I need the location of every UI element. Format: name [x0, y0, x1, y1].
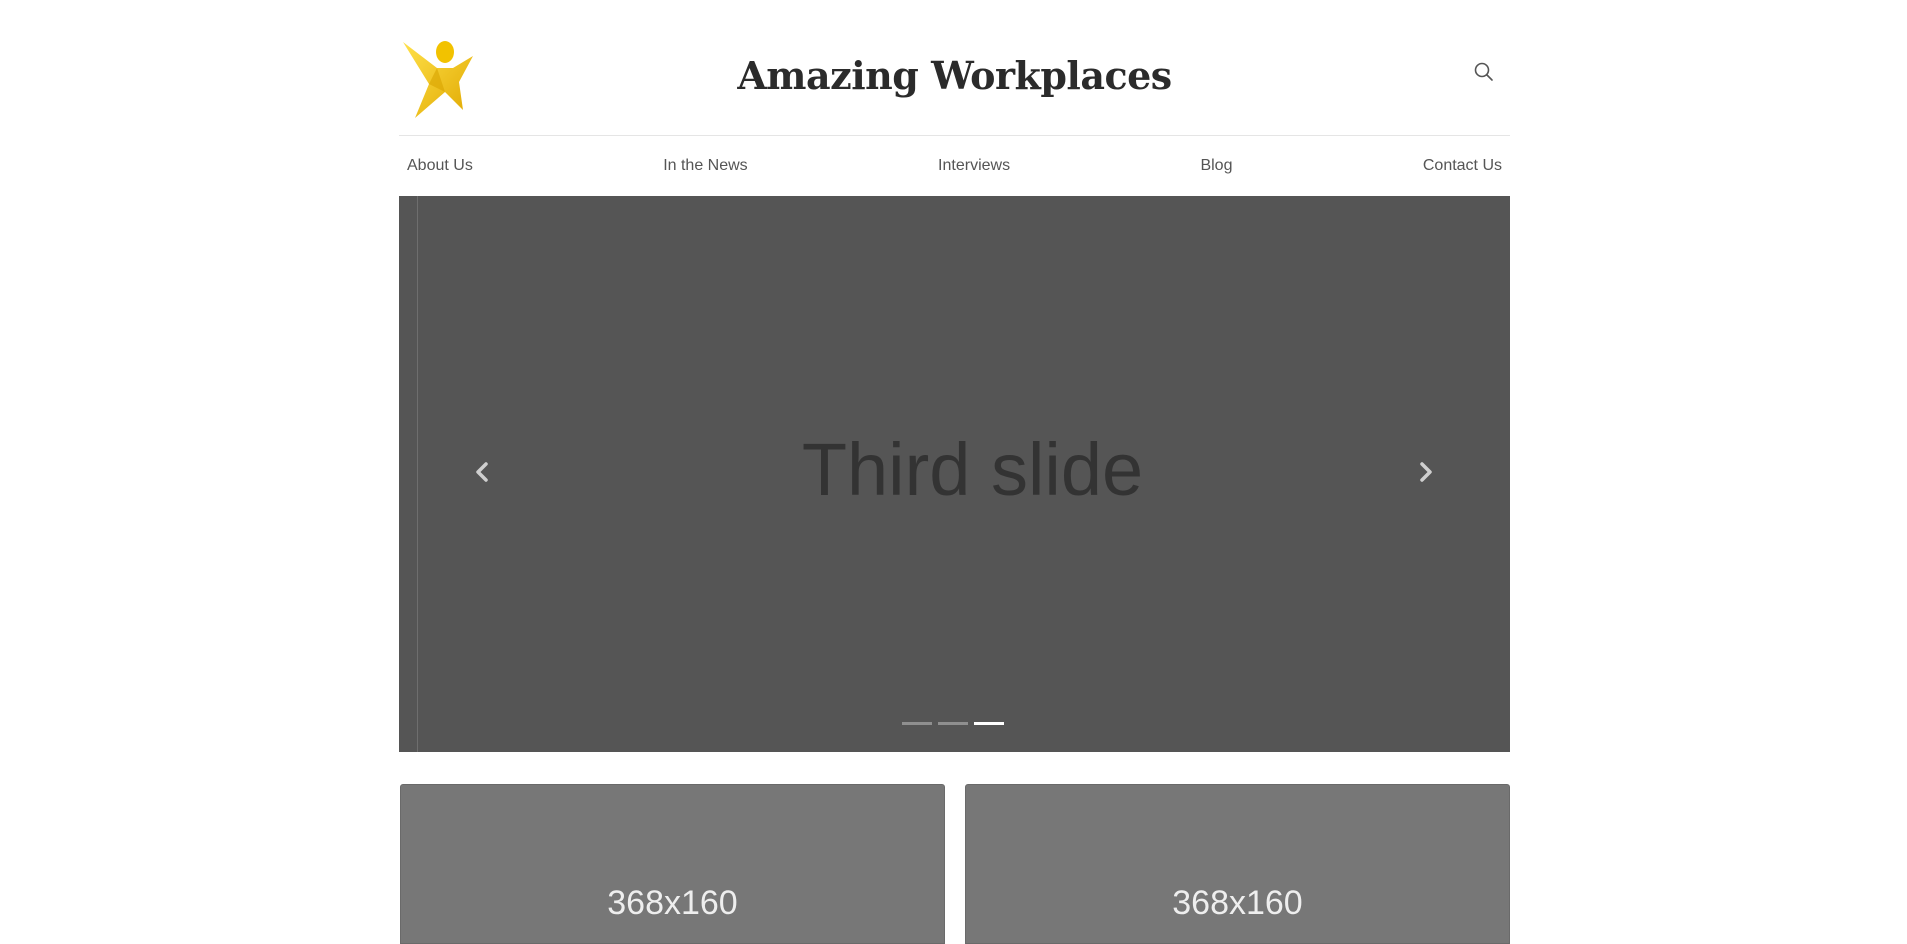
page-container: Amazing Workplaces About Us In the News …: [399, 0, 1510, 944]
carousel-indicator-1[interactable]: [902, 722, 932, 725]
main-nav: About Us In the News Interviews Blog Con…: [399, 136, 1510, 196]
nav-item-blog[interactable]: Blog: [1200, 157, 1232, 175]
nav-item-contact-us[interactable]: Contact Us: [1423, 157, 1502, 175]
carousel-next-button[interactable]: [1406, 454, 1446, 494]
site-header: Amazing Workplaces: [399, 0, 1510, 136]
site-title[interactable]: Amazing Workplaces: [399, 52, 1510, 100]
carousel-indicators: [902, 722, 1004, 725]
chevron-left-icon: [472, 460, 492, 488]
nav-item-interviews[interactable]: Interviews: [938, 157, 1010, 175]
carousel-indicator-2[interactable]: [938, 722, 968, 725]
card-image-label: 368x160: [1172, 884, 1303, 922]
carousel-slide-text: Third slide: [801, 428, 1144, 511]
carousel-prev-button[interactable]: [462, 454, 502, 494]
chevron-right-icon: [1416, 460, 1436, 488]
card-image-label: 368x160: [607, 884, 738, 922]
carousel-indicator-3[interactable]: [974, 722, 1004, 725]
nav-item-about-us[interactable]: About Us: [407, 157, 473, 175]
search-icon[interactable]: [1472, 60, 1496, 84]
placeholder-card-2[interactable]: 368x160: [965, 784, 1510, 944]
placeholder-card-1[interactable]: 368x160: [400, 784, 945, 944]
nav-item-in-the-news[interactable]: In the News: [663, 157, 747, 175]
hero-carousel: Third slide: [399, 196, 1510, 752]
